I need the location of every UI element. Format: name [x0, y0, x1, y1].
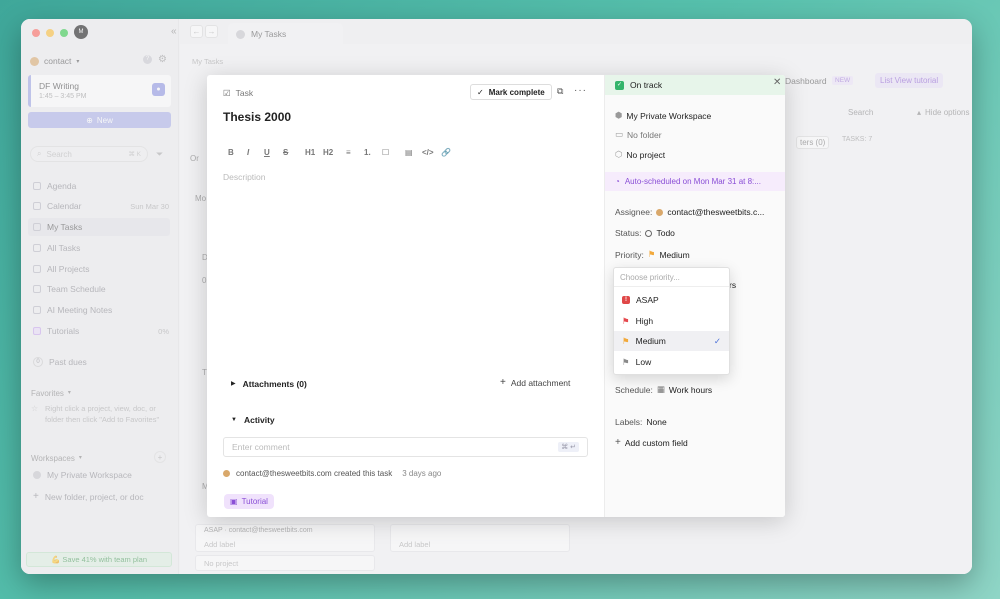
folder-icon: ▭: [615, 129, 624, 139]
project-value: No project: [626, 149, 666, 160]
italic-icon[interactable]: I: [247, 148, 249, 157]
activity-entry: contact@thesweetbits.com created this ta…: [223, 469, 441, 478]
task-editor: ☑ Task ✓ Mark complete ⧉ ··· Thesis 2000 B…: [207, 75, 604, 517]
assignee-value: contact@thesweetbits.c...: [667, 207, 765, 217]
schedule-value: Work hours: [668, 384, 713, 395]
chevron-right-icon: ▶: [231, 381, 236, 387]
workspace-value: My Private Workspace: [626, 110, 712, 121]
labels-field[interactable]: Labels: None: [615, 417, 667, 427]
status-banner-label: On track: [630, 80, 663, 90]
activity-entry-text: contact@thesweetbits.com created this ta…: [236, 469, 393, 478]
priority-option-label: Low: [635, 357, 652, 367]
project-icon: ⬡: [615, 149, 623, 159]
code-icon[interactable]: </>: [422, 148, 434, 157]
more-options-icon[interactable]: ···: [574, 85, 587, 96]
plus-icon: +: [500, 377, 506, 388]
heading-1-icon[interactable]: H1: [305, 148, 315, 157]
task-type[interactable]: ☑ Task: [223, 88, 253, 99]
project-selector[interactable]: ⬡ No project: [615, 149, 665, 160]
task-checkbox-icon: ☑: [223, 88, 231, 98]
priority-option-label: ASAP: [636, 295, 659, 305]
auto-schedule-icon: ◔: [615, 177, 620, 186]
bold-icon[interactable]: B: [228, 148, 234, 157]
flag-icon: ⚑: [647, 249, 656, 259]
status-value: Todo: [656, 228, 675, 238]
tutorial-tag[interactable]: ▣ Tutorial: [224, 494, 274, 509]
bullet-list-icon[interactable]: ≡: [346, 148, 351, 157]
priority-dropdown: Choose priority... ! ASAP ⚑ High ⚑ Medium ✓ …: [613, 267, 730, 375]
chevron-down-icon: ▼: [231, 417, 237, 423]
activity-toggle[interactable]: ▼ Activity: [231, 415, 275, 425]
strikethrough-icon[interactable]: S: [283, 148, 288, 157]
priority-option-label: Medium: [635, 336, 666, 346]
labels-value: None: [646, 417, 667, 427]
comment-input[interactable]: Enter comment ⌘ ↵: [223, 437, 588, 457]
checklist-icon[interactable]: ☐: [382, 148, 389, 157]
table-icon[interactable]: ▤: [405, 148, 413, 157]
priority-label: Priority:: [615, 249, 644, 260]
priority-option-asap[interactable]: ! ASAP: [614, 290, 729, 310]
status-field[interactable]: Status: Todo: [615, 228, 675, 238]
mark-complete-label: Mark complete: [488, 87, 545, 97]
priority-field[interactable]: Priority: ⚑ Medium: [615, 249, 690, 260]
folder-selector[interactable]: ▭ No folder: [615, 129, 662, 140]
check-icon: ✓: [477, 87, 484, 97]
flag-icon: ⚑: [622, 315, 630, 326]
description-input[interactable]: Description: [223, 172, 266, 182]
asap-icon: !: [622, 296, 630, 304]
check-icon: ✓: [713, 335, 721, 346]
priority-search-input[interactable]: Choose priority...: [614, 268, 729, 287]
activity-time: 3 days ago: [402, 469, 442, 478]
heading-2-icon[interactable]: H2: [323, 148, 333, 157]
add-attachment-button[interactable]: + Add attachment: [500, 377, 571, 389]
book-icon: ▣: [230, 497, 238, 506]
comment-placeholder: Enter comment: [232, 442, 290, 452]
workspace-cube-icon: ⬢: [615, 110, 623, 120]
underline-icon[interactable]: U: [264, 148, 270, 157]
add-attachment-label: Add attachment: [510, 378, 571, 388]
attachments-label: Attachments (0): [242, 379, 307, 389]
add-custom-field-label: Add custom field: [624, 438, 688, 448]
mark-complete-button[interactable]: ✓ Mark complete: [470, 84, 552, 100]
close-icon[interactable]: ✕: [773, 77, 781, 88]
attachments-toggle[interactable]: ▶ Attachments (0): [231, 379, 307, 389]
priority-value: Medium: [659, 249, 690, 260]
add-custom-field-button[interactable]: + Add custom field: [615, 437, 688, 449]
flag-icon: ⚑: [622, 356, 630, 367]
copy-icon[interactable]: ⧉: [557, 86, 563, 97]
user-avatar: [223, 470, 230, 477]
priority-option-label: High: [635, 316, 654, 326]
auto-scheduled-text: Auto-scheduled on Mon Mar 31 at 8:...: [624, 177, 761, 186]
hidden-field-partial: rs: [729, 280, 737, 290]
assignee-field[interactable]: Assignee: contact@thesweetbits.c...: [615, 207, 764, 217]
todo-circle-icon: [645, 229, 653, 237]
app-window: M contact ▾ ? ⚙ DF Writing 1:45 – 3:45 P…: [21, 19, 972, 574]
folder-value: No folder: [627, 129, 662, 140]
task-title-input[interactable]: Thesis 2000: [223, 110, 291, 124]
plus-icon: +: [615, 437, 621, 448]
status-banner[interactable]: ✓ On track: [605, 75, 785, 95]
assignee-label: Assignee:: [615, 207, 653, 217]
activity-label: Activity: [243, 415, 275, 425]
tutorial-tag-label: Tutorial: [241, 497, 268, 506]
priority-option-medium[interactable]: ⚑ Medium ✓: [614, 331, 729, 351]
status-label: Status:: [615, 228, 642, 238]
link-icon[interactable]: 🔗: [441, 148, 451, 157]
schedule-field[interactable]: Schedule: ▦ Work hours: [615, 384, 712, 395]
calendar-icon: ▦: [656, 384, 665, 394]
on-track-icon: ✓: [615, 80, 624, 90]
auto-scheduled-banner[interactable]: ◔ Auto-scheduled on Mon Mar 31 at 8:...: [605, 172, 785, 191]
submit-comment-shortcut: ⌘ ↵: [558, 442, 579, 452]
task-type-label: Task: [235, 88, 254, 98]
labels-label: Labels:: [615, 417, 643, 427]
numbered-list-icon[interactable]: 1.: [364, 148, 371, 157]
priority-option-low[interactable]: ⚑ Low: [614, 352, 729, 372]
workspace-selector[interactable]: ⬢ My Private Workspace: [615, 110, 711, 121]
assignee-avatar: [656, 208, 664, 216]
flag-icon: ⚑: [622, 335, 630, 346]
schedule-label: Schedule:: [615, 384, 653, 395]
priority-option-high[interactable]: ⚑ High: [614, 311, 729, 331]
